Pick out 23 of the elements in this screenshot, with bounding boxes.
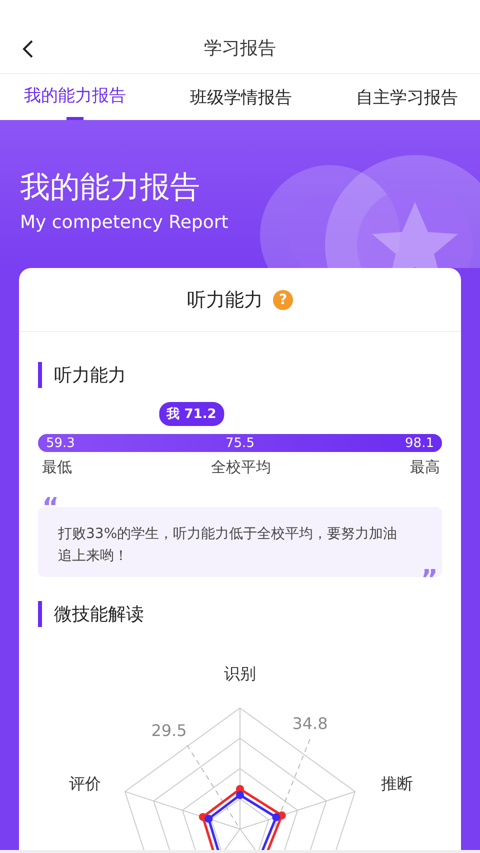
tick-label: 34.8 xyxy=(292,714,328,733)
min-label: 最低 xyxy=(42,458,72,477)
max-label: 最高 xyxy=(410,458,440,477)
section-heading: 微技能解读 xyxy=(54,603,144,626)
axis-label: 评价 xyxy=(69,774,101,793)
section-heading: 听力能力 xyxy=(54,364,126,387)
axis-label: 推断 xyxy=(381,774,413,793)
hero-subtitle: My competency Report xyxy=(20,212,230,233)
hero-title: 我的能力报告 xyxy=(20,170,201,206)
min-value: 59.3 xyxy=(46,436,75,450)
average-label: 全校平均 xyxy=(211,458,271,477)
tab[interactable]: 班级学情报告 xyxy=(190,74,292,120)
close-quote: ” xyxy=(420,567,438,593)
page-title: 学习报告 xyxy=(204,36,276,60)
back-icon[interactable] xyxy=(22,40,34,58)
tick-label: 29.5 xyxy=(151,721,187,740)
max-value: 98.1 xyxy=(405,436,434,450)
tab[interactable]: 自主学习报告 xyxy=(356,74,458,120)
open-quote: “ xyxy=(42,495,60,521)
score-bubble: 我 71.2 xyxy=(158,402,224,426)
axis-label: 识别 xyxy=(224,664,256,683)
card-title: 听力能力 xyxy=(187,288,263,312)
average-value: 75.5 xyxy=(226,436,254,450)
